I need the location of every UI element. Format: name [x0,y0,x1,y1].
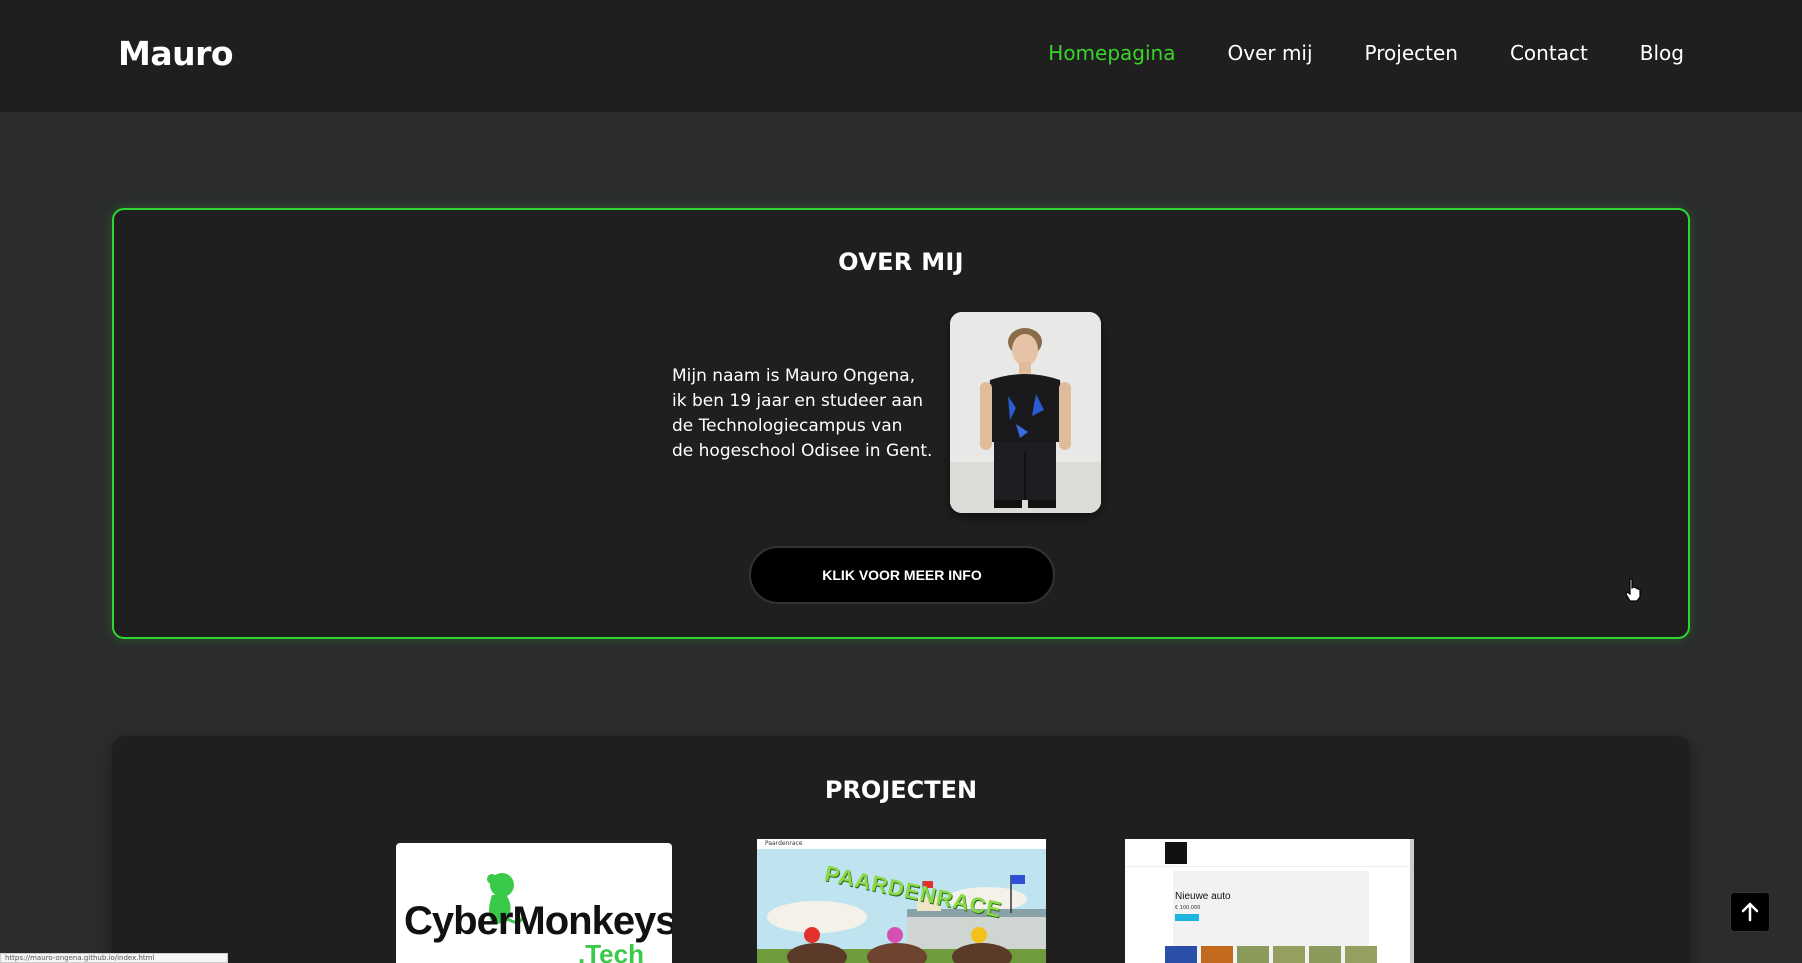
arrow-up-icon [1741,902,1759,922]
car-thumbnail [1309,946,1341,963]
profile-photo [950,312,1101,513]
car-thumbnail [1237,946,1269,963]
car-product-name: Nieuwe auto [1175,891,1231,902]
car-thumbnail [1165,946,1197,963]
car-shop-topbar [1125,839,1414,867]
car-shop-logo-icon [1165,842,1187,864]
about-text-line: ik ben 19 jaar en studeer aan [672,391,924,411]
nav-projecten[interactable]: Projecten [1365,41,1458,65]
about-text-line: de Technologiecampus van [672,416,903,436]
about-text: Mijn naam is Mauro Ongena, ik ben 19 jaa… [672,364,942,464]
project-card-title: CyberMonkeys [404,899,672,943]
car-buy-button [1175,914,1199,921]
site-header: Mauro Homepagina Over mij Projecten Cont… [0,0,1802,112]
project-card-cybermonkeys[interactable]: CyberMonkeys .Tech [396,843,672,963]
about-text-line: Mijn naam is Mauro Ongena, [672,366,916,386]
more-info-button[interactable]: KLIK VOOR MEER INFO [749,546,1055,604]
about-title: OVER MIJ [838,248,964,276]
about-text-line: de hogeschool Odisee in Gent. [672,441,933,461]
project-card-subtitle: .Tech [578,939,644,963]
browser-status-bar: https://mauro-ongena.github.io/index.htm… [0,953,228,963]
main-nav: Homepagina Over mij Projecten Contact Bl… [1048,41,1684,65]
about-section: OVER MIJ Mijn naam is Mauro Ongena, ik b… [112,208,1690,639]
car-shop-scrollbar [1410,839,1414,963]
nav-contact[interactable]: Contact [1510,41,1588,65]
projects-section: PROJECTEN CyberMonkeys .Tech Paardenrace [112,736,1690,963]
project-card-car-shop[interactable]: Nieuwe auto € 100.000 [1125,839,1414,963]
projects-title: PROJECTEN [824,776,978,804]
project-card-paardenrace[interactable]: Paardenrace PAARDENRACE [757,839,1046,963]
nav-blog[interactable]: Blog [1640,41,1684,65]
car-thumbnails [1165,946,1377,963]
car-thumbnail [1273,946,1305,963]
car-thumbnail [1201,946,1233,963]
nav-homepagina[interactable]: Homepagina [1048,41,1175,65]
site-brand[interactable]: Mauro [118,34,234,73]
profile-photo-image [950,312,1101,513]
nav-over-mij[interactable]: Over mij [1227,41,1312,65]
car-product-price: € 100.000 [1175,905,1201,911]
car-thumbnail [1345,946,1377,963]
hand-cursor-icon [1624,578,1642,606]
scroll-to-top-button[interactable] [1730,892,1770,932]
